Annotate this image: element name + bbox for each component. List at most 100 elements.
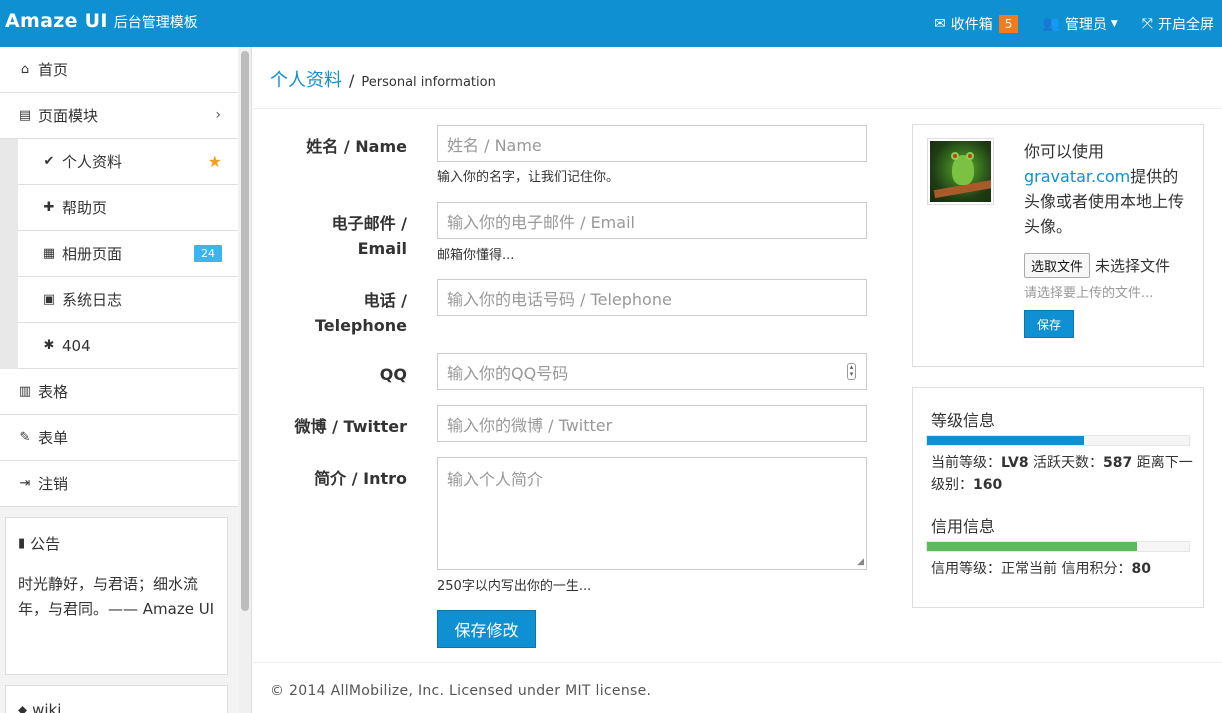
top-header: Amaze UI 后台管理模板 ✉ 收件箱 5 👥 管理员 ▼ ⤧ 开启全屏 bbox=[0, 0, 1222, 47]
bug-icon: ✱ bbox=[43, 338, 55, 353]
frog-eye-shape bbox=[951, 152, 959, 160]
edit-icon: ✎ bbox=[19, 430, 31, 445]
inbox-count-badge: 5 bbox=[998, 14, 1019, 33]
active-value: 587 bbox=[1103, 455, 1133, 471]
sidebar-item-label: 表单 bbox=[38, 429, 69, 447]
level-info-text: 当前等级：LV8 活跃天数：587 距离下一级别：160 bbox=[931, 452, 1196, 496]
save-changes-button[interactable]: 保存修改 bbox=[437, 610, 536, 648]
sidebar-item-tables[interactable]: ▥ 表格 bbox=[0, 369, 238, 415]
envelope-icon: ✉ bbox=[934, 15, 946, 32]
file-input: 选取文件 未选择文件 bbox=[1024, 253, 1170, 278]
frog-avatar-image bbox=[930, 141, 991, 202]
brand[interactable]: Amaze UI 后台管理模板 bbox=[5, 10, 198, 36]
sidebar-scrollbar[interactable] bbox=[239, 47, 251, 713]
save-avatar-button[interactable]: 保存 bbox=[1024, 310, 1074, 338]
tag-icon: ⬥ bbox=[18, 702, 28, 713]
page-header: 个人资料 / Personal information bbox=[253, 47, 1222, 109]
qq-label: QQ bbox=[379, 365, 407, 384]
sidebar: ⌂ 首页 ▤ 页面模块 › ✔ 个人资料 ★ ✚ 帮助页 ▦ 相册页面 24 ▣… bbox=[0, 47, 252, 713]
file-icon: ▤ bbox=[18, 108, 32, 123]
sign-out-icon: ⇥ bbox=[19, 476, 31, 491]
file-status: 未选择文件 bbox=[1095, 257, 1171, 275]
inbox-label: 收件箱 bbox=[950, 16, 993, 33]
gallery-count-badge: 24 bbox=[194, 245, 222, 262]
notice-body: 时光静好，与君语；细水流年，与君同。—— Amaze UI bbox=[18, 575, 215, 618]
number-stepper-icon[interactable]: ▴ ▾ bbox=[847, 363, 856, 380]
brand-name: Amaze UI bbox=[5, 10, 108, 32]
name-input[interactable]: 姓名 / Name bbox=[437, 125, 867, 162]
sidebar-item-label: 系统日志 bbox=[62, 291, 123, 309]
sidebar-item-label: 个人资料 bbox=[62, 153, 123, 171]
intro-help: 250字以内写出你的一生... bbox=[437, 579, 592, 594]
sidebar-item-forms[interactable]: ✎ 表单 bbox=[0, 415, 238, 461]
intro-label: 简介 / Intro bbox=[314, 469, 407, 488]
footer: © 2014 AllMobilize, Inc. Licensed under … bbox=[253, 662, 1222, 713]
avatar-description: 你可以使用gravatar.com提供的头像或者使用本地上传头像。 bbox=[1024, 139, 1194, 239]
credit-progress-fill bbox=[927, 542, 1137, 551]
footer-text: © 2014 AllMobilize, Inc. Licensed under … bbox=[270, 683, 652, 699]
sidebar-scrollbar-thumb[interactable] bbox=[241, 51, 249, 611]
page-title-separator: / bbox=[349, 71, 355, 90]
notice-panel: ▮ 公告 时光静好，与君语；细水流年，与君同。—— Amaze UI bbox=[5, 517, 228, 675]
sidebar-item-pages[interactable]: ▤ 页面模块 › bbox=[0, 93, 238, 139]
chevron-right-icon: › bbox=[215, 107, 221, 123]
top-nav: ✉ 收件箱 5 👥 管理员 ▼ ⤧ 开启全屏 bbox=[910, 0, 1214, 47]
qq-input[interactable]: 输入你的QQ号码 ▴ ▾ bbox=[437, 353, 867, 390]
level-value: LV8 bbox=[1001, 455, 1029, 471]
fullscreen-label: 开启全屏 bbox=[1158, 16, 1214, 33]
sidebar-nav: ⌂ 首页 ▤ 页面模块 › ✔ 个人资料 ★ ✚ 帮助页 ▦ 相册页面 24 ▣… bbox=[0, 47, 238, 507]
phone-input[interactable]: 输入你的电话号码 / Telephone bbox=[437, 279, 867, 316]
sidebar-item-home[interactable]: ⌂ 首页 bbox=[0, 47, 238, 93]
sidebar-item-profile[interactable]: ✔ 个人资料 ★ bbox=[18, 139, 238, 185]
level-progress-fill bbox=[927, 436, 1085, 445]
page-title-en: Personal information bbox=[361, 75, 496, 90]
inbox-link[interactable]: ✉ 收件箱 5 bbox=[934, 14, 1019, 34]
notice-title-text: 公告 bbox=[30, 535, 61, 553]
star-icon: ★ bbox=[207, 152, 222, 171]
credit-value: 80 bbox=[1131, 561, 1151, 577]
fullscreen-icon: ⤧ bbox=[1141, 15, 1153, 32]
name-help: 输入你的名字，让我们记住你。 bbox=[437, 170, 620, 185]
wiki-title-text: wiki bbox=[32, 701, 62, 713]
weibo-input[interactable]: 输入你的微博 / Twitter bbox=[437, 405, 867, 442]
email-input[interactable]: 输入你的电子邮件 / Email bbox=[437, 202, 867, 239]
wiki-panel: ⬥ wiki bbox=[5, 685, 228, 713]
level-title: 等级信息 bbox=[931, 411, 996, 430]
resize-handle-icon[interactable]: ◢ bbox=[857, 557, 864, 567]
admin-dropdown[interactable]: 👥 管理员 ▼ bbox=[1042, 14, 1117, 34]
wiki-title: ⬥ wiki bbox=[18, 701, 61, 713]
credit-title: 信用信息 bbox=[931, 517, 996, 536]
sidebar-item-label: 首页 bbox=[38, 61, 69, 79]
check-icon: ✔ bbox=[43, 154, 55, 169]
active-prefix: 活跃天数： bbox=[1033, 455, 1104, 471]
credit-info-text: 信用等级：正常当前 信用积分：80 bbox=[931, 558, 1196, 580]
sidebar-item-gallery[interactable]: ▦ 相册页面 24 bbox=[18, 231, 238, 277]
weibo-label: 微博 / Twitter bbox=[294, 417, 407, 436]
intro-textarea[interactable]: 输入个人简介 ◢ bbox=[437, 457, 867, 570]
fullscreen-toggle[interactable]: ⤧ 开启全屏 bbox=[1142, 14, 1214, 34]
sidebar-item-label: 注销 bbox=[38, 475, 69, 493]
brand-subtitle: 后台管理模板 bbox=[113, 15, 198, 31]
credit-prefix: 信用等级：正常当前 信用积分： bbox=[931, 561, 1132, 577]
level-prefix: 当前等级： bbox=[931, 455, 1001, 471]
calendar-icon: ▣ bbox=[42, 292, 56, 307]
users-icon: 👥 bbox=[1042, 15, 1060, 32]
level-card: 等级信息 当前等级：LV8 活跃天数：587 距离下一级别：160 信用信息 信… bbox=[912, 387, 1204, 608]
avatar-card: 你可以使用gravatar.com提供的头像或者使用本地上传头像。 选取文件 未… bbox=[912, 124, 1204, 367]
sidebar-item-404[interactable]: ✱ 404 bbox=[18, 323, 238, 369]
admin-label: 管理员 bbox=[1064, 16, 1107, 33]
sidebar-item-logs[interactable]: ▣ 系统日志 bbox=[18, 277, 238, 323]
phone-label: 电话 / Telephone bbox=[315, 288, 407, 338]
phone-label-line1: 电话 / bbox=[363, 291, 407, 310]
sidebar-item-logout[interactable]: ⇥ 注销 bbox=[0, 461, 238, 507]
next-value: 160 bbox=[973, 477, 1003, 493]
name-label: 姓名 / Name bbox=[306, 137, 407, 156]
level-progress-bar bbox=[926, 435, 1190, 446]
frog-eye-shape bbox=[966, 152, 974, 160]
choose-file-button[interactable]: 选取文件 bbox=[1024, 253, 1091, 278]
sidebar-item-help[interactable]: ✚ 帮助页 bbox=[18, 185, 238, 231]
gravatar-link[interactable]: gravatar.com bbox=[1024, 167, 1130, 186]
sidebar-item-label: 404 bbox=[62, 336, 91, 355]
main-content: 个人资料 / Personal information 姓名 / Name 姓名… bbox=[253, 47, 1222, 713]
notice-title: ▮ 公告 bbox=[18, 533, 60, 554]
